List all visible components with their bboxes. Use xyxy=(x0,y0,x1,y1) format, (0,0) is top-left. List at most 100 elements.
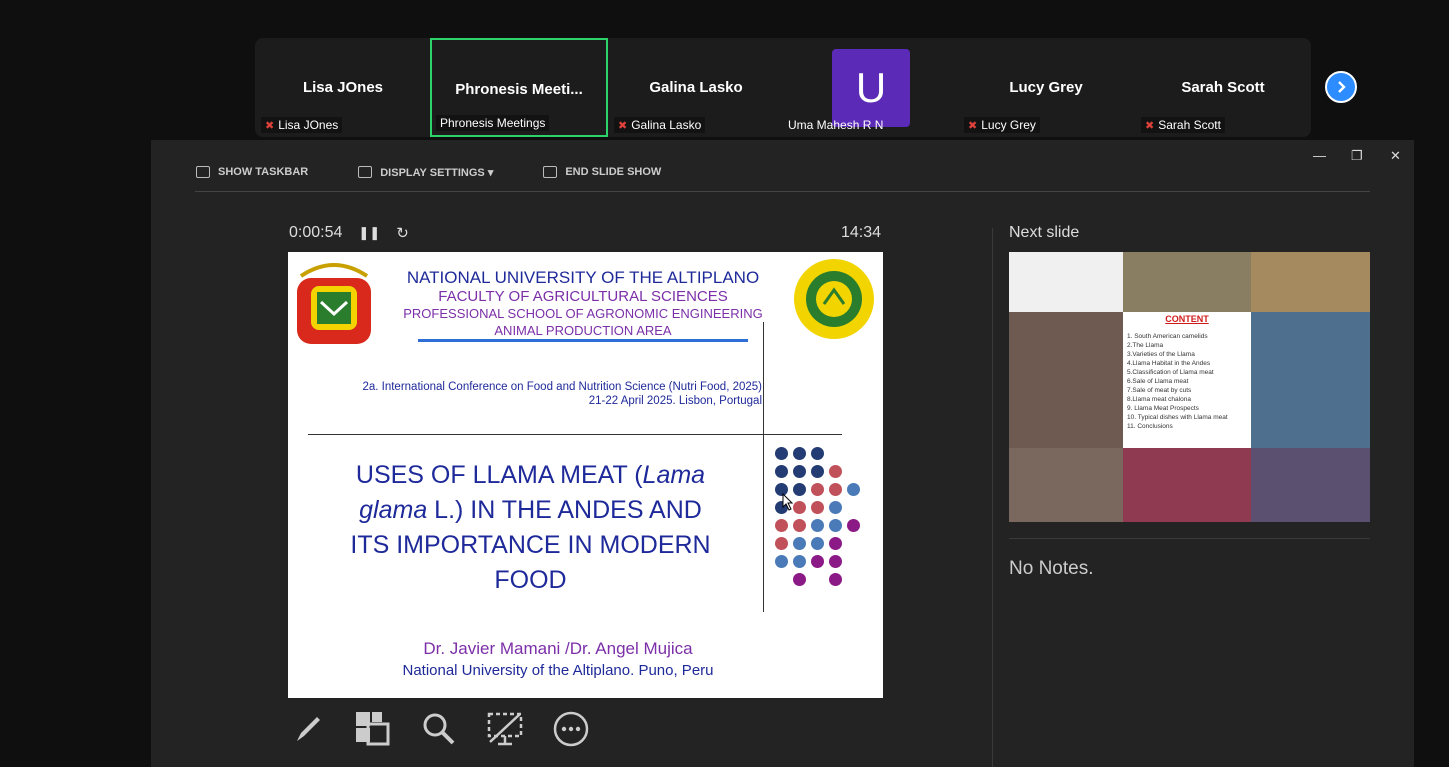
participant-tile-galina[interactable]: Galina Lasko ✖ Galina Lasko xyxy=(608,38,784,137)
dot xyxy=(793,483,806,496)
participant-strip: Lisa JOnes ✖ Lisa JOnes Phronesis Meeti.… xyxy=(255,38,1311,137)
volcano-photo xyxy=(1251,312,1370,448)
next-slide-thumbnail[interactable]: CONTENT 1. South American camelids 2.The… xyxy=(1009,252,1370,522)
dot xyxy=(811,483,824,496)
display-settings-button[interactable]: DISPLAY SETTINGS ▾ xyxy=(358,166,493,179)
slide-authors: Dr. Javier Mamani /Dr. Angel Mujica xyxy=(423,639,693,658)
slides-grid-icon xyxy=(356,712,390,746)
participant-name: Galina Lasko xyxy=(649,79,743,96)
contents-item: 4.Llama Habitat in the Andes xyxy=(1127,360,1211,367)
participant-label-text: Galina Lasko xyxy=(631,118,702,132)
more-options-button[interactable] xyxy=(552,710,590,748)
contents-item: 2.The Llama xyxy=(1127,342,1164,349)
current-slide: NATIONAL UNIVERSITY OF THE ALTIPLANO FAC… xyxy=(288,252,883,698)
show-taskbar-button[interactable]: SHOW TASKBAR xyxy=(196,166,308,178)
display-settings-label: DISPLAY SETTINGS ▾ xyxy=(380,166,494,179)
contents-item: 3.Varieties of the Llama xyxy=(1127,351,1195,358)
vicuna-photo xyxy=(1251,252,1370,312)
slide-vline xyxy=(763,322,764,612)
participant-label: Uma Mahesh R N xyxy=(784,117,887,133)
display-settings-icon xyxy=(358,166,373,178)
next-page-button[interactable] xyxy=(1325,71,1357,103)
participant-tile-lucy[interactable]: Lucy Grey ✖ Lucy Grey xyxy=(958,38,1134,137)
participant-tile-phronesis[interactable]: Phronesis Meeti... Phronesis Meetings xyxy=(430,38,608,137)
participant-tile-lisa[interactable]: Lisa JOnes ✖ Lisa JOnes xyxy=(255,38,431,137)
title-text: FOOD xyxy=(494,566,567,594)
dot xyxy=(793,555,806,568)
dot xyxy=(829,501,842,514)
search-icon xyxy=(423,713,455,745)
participant-label: ✖ Lisa JOnes xyxy=(261,117,343,133)
contents-item: 1. South American camelids xyxy=(1127,333,1208,340)
participant-tile-uma[interactable]: U Uma Mahesh R N xyxy=(780,38,956,137)
notes-divider xyxy=(1009,538,1370,539)
slide-area: ANIMAL PRODUCTION AREA xyxy=(494,323,672,338)
slide-tools xyxy=(288,710,590,748)
next-slide-label: Next slide xyxy=(1009,224,1080,241)
current-time: 14:34 xyxy=(841,224,882,241)
show-taskbar-label: SHOW TASKBAR xyxy=(218,166,309,178)
conference-date: 21-22 April 2025. Lisbon, Portugal xyxy=(588,395,762,407)
end-slide-show-label: END SLIDE SHOW xyxy=(565,166,662,178)
participant-label: ✖ Galina Lasko xyxy=(614,117,706,133)
dot xyxy=(775,465,788,478)
close-icon[interactable]: ✕ xyxy=(1390,148,1401,164)
contents-heading: CONTENT xyxy=(1165,314,1209,324)
participant-label-text: Phronesis Meetings xyxy=(440,116,546,130)
end-show-icon xyxy=(543,166,558,178)
contents-item: 10. Typical dishes with Llama meat xyxy=(1127,414,1228,421)
dot xyxy=(811,447,824,460)
taskbar-icon xyxy=(196,166,210,178)
participant-name: Sarah Scott xyxy=(1181,79,1265,96)
participant-name: Lucy Grey xyxy=(1009,79,1083,96)
dot xyxy=(811,501,824,514)
restart-icon[interactable]: ↻ xyxy=(396,224,409,242)
participant-label-text: Uma Mahesh R N xyxy=(788,118,884,132)
dot xyxy=(793,537,806,550)
title-underline xyxy=(418,339,748,342)
mic-muted-icon: ✖ xyxy=(265,119,275,132)
slide-title: USES OF LLAMA MEAT (Lama glama L.) IN TH… xyxy=(318,458,743,598)
end-slide-show-button[interactable]: END SLIDE SHOW xyxy=(543,166,661,178)
slide-hline xyxy=(308,434,842,435)
dot xyxy=(775,519,788,532)
more-icon xyxy=(553,711,589,747)
dot xyxy=(829,483,842,496)
contents-item: 11. Conclusions xyxy=(1127,423,1173,430)
participant-label-text: Lisa JOnes xyxy=(278,118,339,132)
dot xyxy=(811,537,824,550)
elapsed-time: 0:00:54 xyxy=(289,224,343,241)
participant-label-text: Sarah Scott xyxy=(1158,118,1221,132)
speaker-notes: No Notes. xyxy=(1009,558,1094,579)
dot xyxy=(811,555,824,568)
minimize-icon[interactable]: — xyxy=(1313,148,1326,163)
zoom-button[interactable] xyxy=(420,710,458,748)
toolbar-divider xyxy=(195,191,1370,192)
title-text: L.) IN THE ANDES AND xyxy=(427,496,702,524)
dot xyxy=(793,465,806,478)
participant-label: ✖ Lucy Grey xyxy=(964,117,1040,133)
black-screen-button[interactable] xyxy=(486,710,524,748)
participant-name: Lisa JOnes xyxy=(302,79,384,96)
pen-icon xyxy=(297,717,320,741)
title-text: ITS IMPORTANCE IN MODERN xyxy=(350,531,711,559)
slide-timer: 0:00:54 ❚❚ ↻ xyxy=(289,224,409,242)
people-photo xyxy=(1123,448,1251,522)
participant-label: Phronesis Meetings xyxy=(436,115,550,131)
restore-icon[interactable]: ❐ xyxy=(1351,148,1363,164)
dot xyxy=(847,519,860,532)
participant-tile-sarah[interactable]: Sarah Scott ✖ Sarah Scott xyxy=(1135,38,1311,137)
participant-label-text: Lucy Grey xyxy=(981,118,1036,132)
see-all-slides-button[interactable] xyxy=(354,710,392,748)
dot xyxy=(793,501,806,514)
chevron-right-icon xyxy=(1338,81,1346,93)
avatar: U xyxy=(832,49,910,127)
pause-icon[interactable]: ❚❚ xyxy=(358,225,380,241)
presenter-toolbar: SHOW TASKBAR DISPLAY SETTINGS ▾ END SLID… xyxy=(196,162,711,182)
dot xyxy=(793,447,806,460)
participant-name: Phronesis Meeti... xyxy=(455,81,583,98)
dot xyxy=(829,573,842,586)
contents-list: 1. South American camelids 2.The Llama 3… xyxy=(1127,332,1251,431)
screen-off-icon xyxy=(487,712,523,746)
pen-tool-button[interactable] xyxy=(288,710,326,748)
